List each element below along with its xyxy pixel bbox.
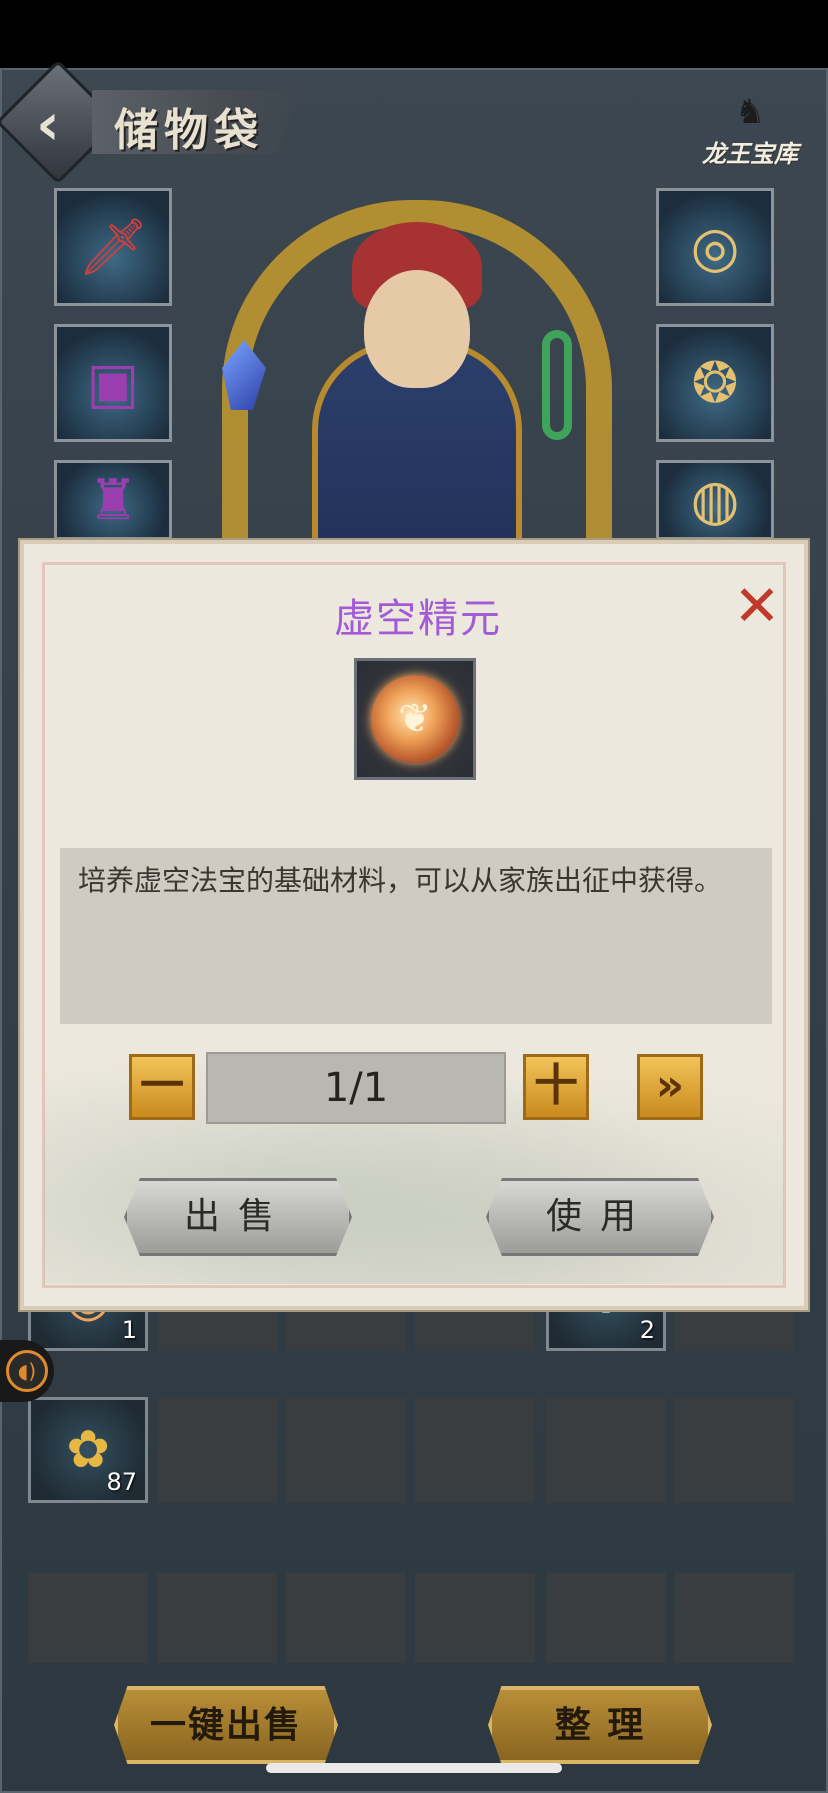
chevron-left-icon[interactable]: ‹ [36,94,92,154]
character-face [364,270,470,388]
max-quantity-button[interactable]: » [637,1054,703,1120]
sort-button[interactable]: 整 理 [488,1686,712,1764]
inventory-slot[interactable] [546,1573,666,1663]
void-essence-orb-icon: ❦ [371,675,459,763]
chest-armor-icon: ▣ [86,350,140,416]
item-count: 87 [106,1468,137,1496]
status-bar [0,0,828,68]
inventory-slot[interactable] [157,1397,277,1503]
description-box: 培养虚空法宝的基础材料，可以从家族出征中获得。 [60,848,772,1024]
dragon-king-treasury-button[interactable]: ♞ 龙王宝库 [690,90,810,186]
bracelet-icon: ◍ [690,467,740,533]
inventory-slot[interactable] [415,1573,535,1663]
speaker-icon[interactable]: ◖) [6,1350,48,1392]
inventory-slot[interactable] [546,1397,666,1503]
inventory-slot[interactable] [157,1573,277,1663]
decrease-button[interactable]: 一 [129,1054,195,1120]
increase-button[interactable]: 十 [523,1054,589,1120]
inventory-slot[interactable] [674,1397,794,1503]
use-button[interactable]: 使用 [486,1178,714,1256]
robe-icon: ♜ [87,467,139,533]
item-description: 培养虚空法宝的基础材料，可以从家族出征中获得。 [78,864,723,897]
inventory-slot[interactable] [286,1573,406,1663]
equip-slot-pendant[interactable]: ❂ [656,324,774,442]
equip-slot-ring[interactable]: ◎ [656,188,774,306]
inventory-slot[interactable] [415,1397,535,1503]
inventory-slot[interactable] [674,1573,794,1663]
sword-icon: 🗡 [77,215,149,280]
treasury-label: 龙王宝库 [702,139,798,168]
equip-slot-armor[interactable]: ▣ [54,324,172,442]
sell-button[interactable]: 出售 [124,1178,352,1256]
flame-icon: ❦ [398,696,432,742]
sell-all-button[interactable]: 一键出售 [114,1686,338,1764]
home-indicator[interactable] [266,1763,562,1773]
equip-slot-bracelet[interactable]: ◍ [656,460,774,540]
equip-slot-robe[interactable]: ♜ [54,460,172,540]
ring-icon: ◎ [690,214,740,280]
quantity-display: 1/1 [206,1052,506,1124]
item-count: 1 [121,1316,137,1344]
item-name: 虚空精元 [334,596,502,642]
inventory-slot[interactable] [286,1397,406,1503]
jade-pendant-icon [542,330,572,440]
inventory-slot[interactable]: ✿ 87 [28,1397,148,1503]
item-icon-frame: ❦ [354,658,476,780]
dragon-emblem-icon: ♞ [734,92,766,132]
pendant-icon: ❂ [691,350,739,416]
equip-slot-weapon[interactable]: 🗡 [54,188,172,306]
item-detail-dialog: ✕ 虚空精元 ❦ 培养虚空法宝的基础材料，可以从家族出征中获得。 一 1/1 十… [20,540,808,1310]
item-count: 2 [639,1316,655,1344]
character-portrait [202,130,632,610]
inventory-slot[interactable] [28,1573,148,1663]
